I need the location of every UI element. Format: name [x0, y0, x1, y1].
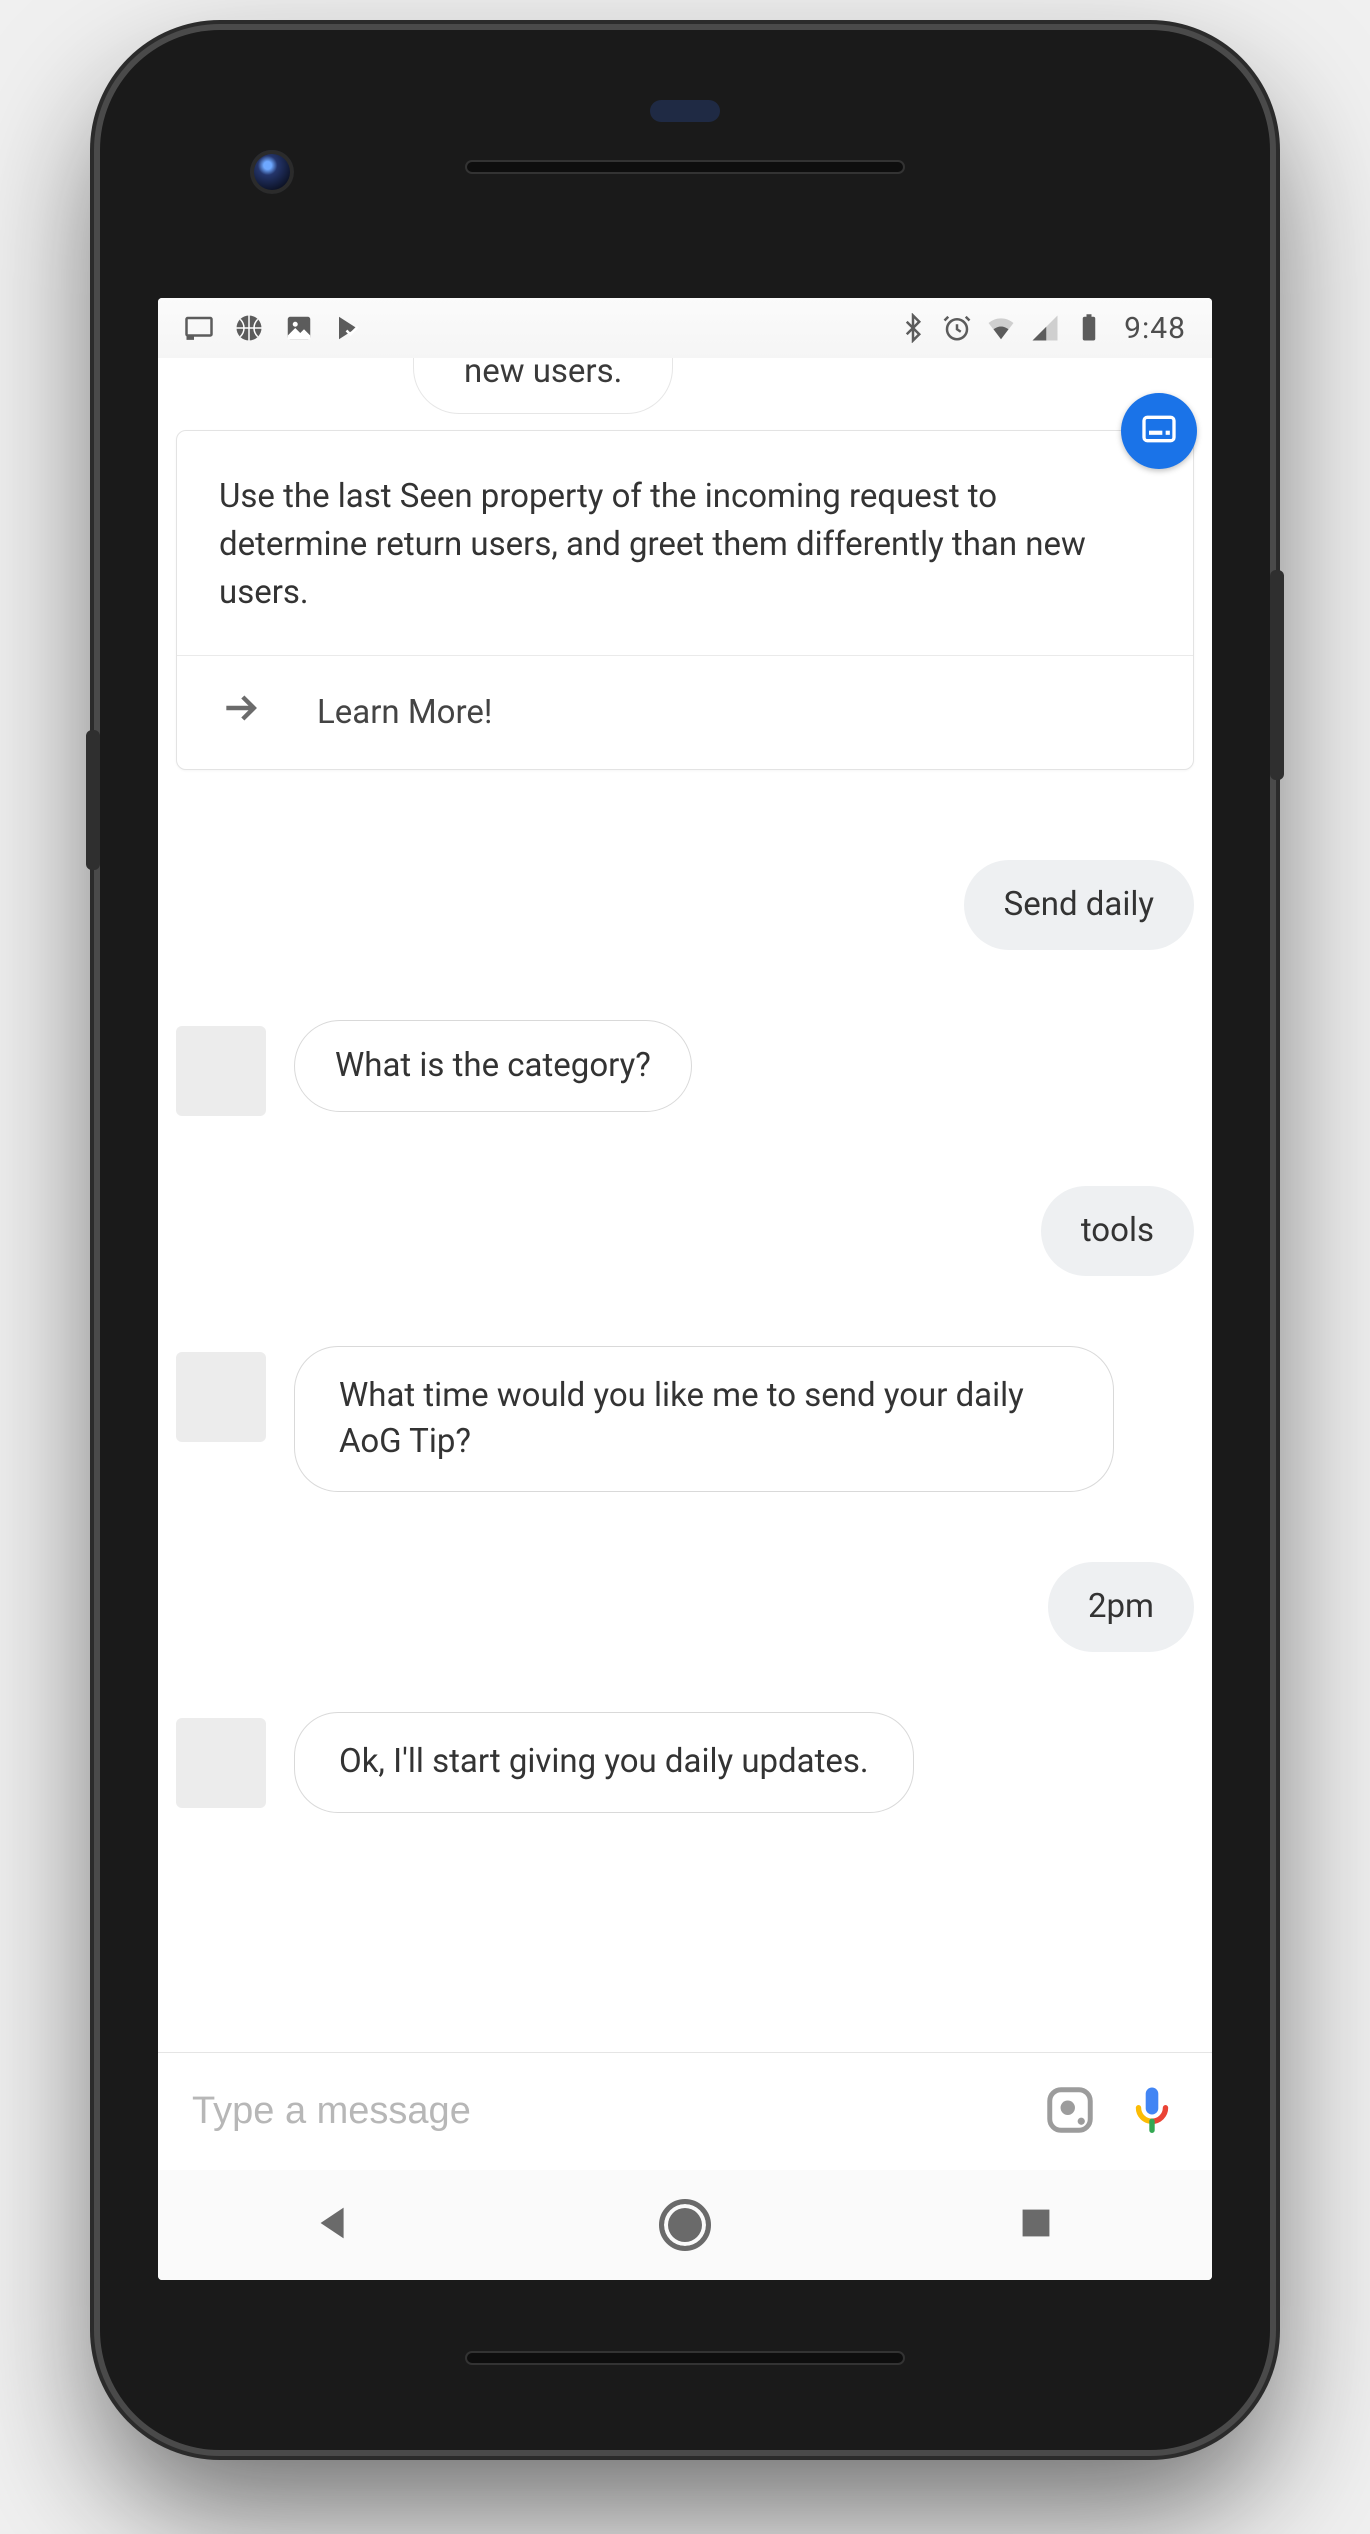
- arrow-right-icon: [219, 686, 263, 739]
- user-message[interactable]: Send daily: [964, 860, 1194, 950]
- status-right-icons: 9:48: [898, 311, 1186, 346]
- assistant-avatar: [176, 1352, 266, 1442]
- phone-frame: 9:48 new users. Use the last Seen proper…: [100, 30, 1270, 2450]
- message-input[interactable]: [192, 2090, 1018, 2133]
- status-bar: 9:48: [158, 298, 1212, 358]
- power-button: [1270, 570, 1284, 780]
- basketball-icon: [234, 313, 264, 343]
- back-icon: [311, 2200, 357, 2250]
- playstore-check-icon: [334, 313, 364, 343]
- back-button[interactable]: [304, 2195, 364, 2255]
- wifi-icon: [986, 313, 1016, 343]
- assistant-message[interactable]: Ok, I'll start giving you daily updates.: [294, 1712, 914, 1812]
- system-nav-bar: [158, 2170, 1212, 2280]
- card-action-label: Learn More!: [317, 693, 492, 732]
- front-camera: [250, 150, 294, 194]
- lens-icon: [1043, 2083, 1097, 2141]
- lens-button[interactable]: [1040, 2082, 1100, 2142]
- assistant-message[interactable]: What is the category?: [294, 1020, 692, 1112]
- proximity-sensor: [650, 100, 720, 122]
- card-body-text: Use the last Seen property of the incomi…: [177, 431, 1193, 655]
- subtitles-icon: [1139, 409, 1179, 453]
- user-message[interactable]: tools: [1041, 1186, 1194, 1276]
- bottom-speaker: [465, 2351, 905, 2365]
- tip-card: Use the last Seen property of the incomi…: [176, 430, 1194, 770]
- previous-message-peek: new users.: [413, 358, 673, 414]
- earpiece-speaker: [465, 160, 905, 174]
- mic-button[interactable]: [1122, 2082, 1182, 2142]
- card-badge: [1121, 393, 1197, 469]
- assistant-avatar: [176, 1718, 266, 1808]
- status-clock: 9:48: [1124, 311, 1186, 346]
- bluetooth-icon: [898, 313, 928, 343]
- user-message[interactable]: 2pm: [1048, 1562, 1194, 1652]
- mic-icon: [1125, 2083, 1179, 2141]
- volume-button: [86, 730, 100, 870]
- screen: 9:48 new users. Use the last Seen proper…: [158, 298, 1212, 2280]
- cast-icon: [184, 313, 214, 343]
- assistant-avatar: [176, 1026, 266, 1116]
- cell-signal-icon: [1030, 313, 1060, 343]
- recents-button[interactable]: [1006, 2195, 1066, 2255]
- assistant-message[interactable]: What time would you like me to send your…: [294, 1346, 1114, 1492]
- chat-scroll-area[interactable]: new users. Use the last Seen property of…: [158, 358, 1212, 2052]
- recents-icon: [1013, 2200, 1059, 2250]
- alarm-icon: [942, 313, 972, 343]
- home-icon: [659, 2199, 711, 2251]
- home-button[interactable]: [655, 2195, 715, 2255]
- message-input-bar: [158, 2052, 1212, 2170]
- image-icon: [284, 313, 314, 343]
- card-learn-more-button[interactable]: Learn More!: [177, 655, 1193, 769]
- status-left-icons: [184, 313, 364, 343]
- battery-icon: [1074, 313, 1104, 343]
